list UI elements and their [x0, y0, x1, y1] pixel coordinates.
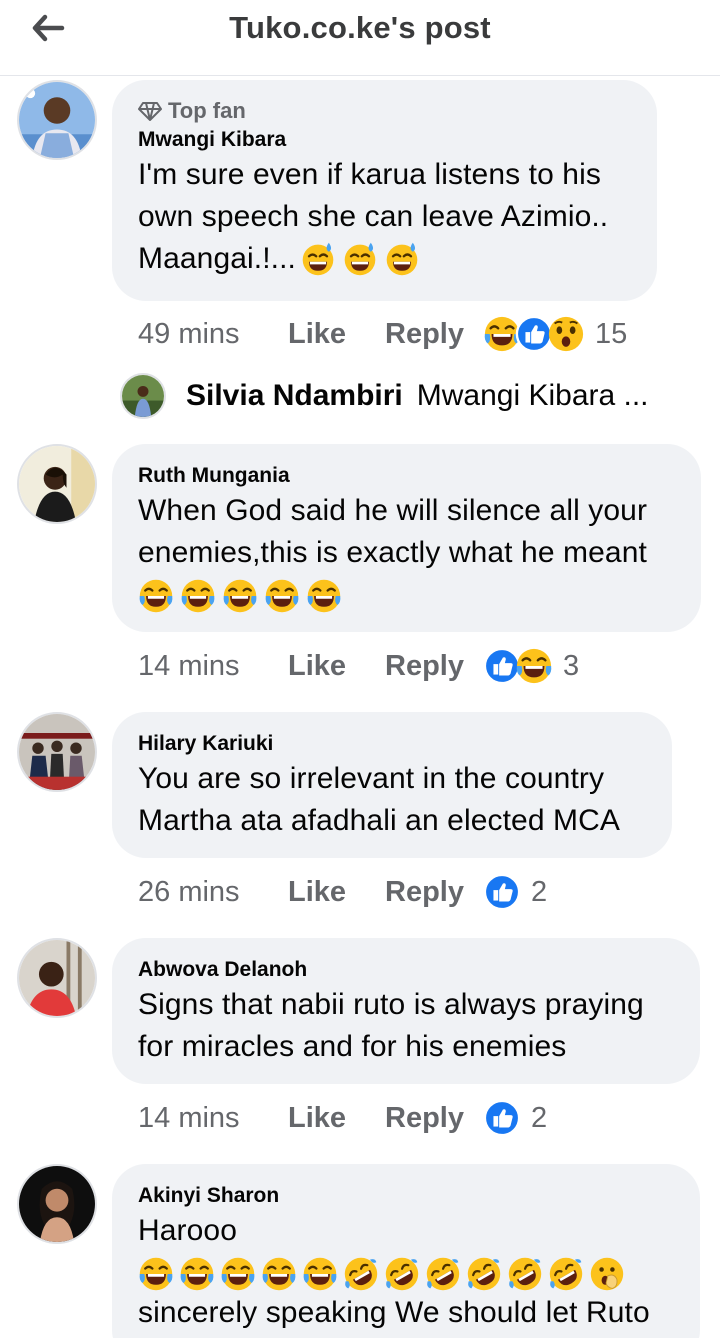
reply-preview[interactable]: Silvia Ndambiri Mwangi Kibara ... [120, 372, 649, 420]
laughing-tears-emoji-icon [306, 578, 342, 614]
reply-button[interactable]: Reply [385, 876, 483, 909]
comment-bubble: Hilary Kariuki You are so irrelevant in … [112, 712, 672, 858]
comment-text: When God said he will silence all your e… [138, 494, 648, 569]
top-bar: Tuko.co.ke's post [0, 0, 720, 76]
comment-text: Signs that nabii ruto is always praying … [138, 988, 644, 1063]
top-fan-badge: Top fan [138, 96, 631, 126]
comment-actions: 26 mins Like Reply 2 [138, 872, 547, 912]
reply-snippet: Mwangi Kibara ... [416, 379, 649, 412]
reply-author[interactable]: Silvia Ndambiri [186, 379, 403, 413]
comment-author[interactable]: Mwangi Kibara [138, 126, 631, 154]
reaction-count: 2 [531, 875, 548, 908]
emoji-row [138, 578, 675, 614]
like-button[interactable]: Like [288, 318, 385, 351]
comment-author[interactable]: Akinyi Sharon [138, 1182, 674, 1210]
laugh-reaction-icon [515, 647, 553, 685]
laughing-tears-emoji-icon [220, 1256, 256, 1292]
like-reaction-icon [483, 873, 521, 911]
laughing-tears-emoji-icon [261, 1256, 297, 1292]
reaction-summary[interactable] [483, 315, 585, 353]
emoji-row [138, 1256, 674, 1292]
sweat-smile-emoji-icon [300, 241, 336, 277]
reaction-count: 2 [531, 1101, 548, 1134]
rofl-emoji-icon [425, 1256, 461, 1292]
comment-actions: 49 mins Like Reply 15 [138, 314, 627, 354]
comment-text: sincerely speaking We should let Ruto [138, 1296, 650, 1329]
laughing-tears-emoji-icon [138, 578, 174, 614]
avatar[interactable] [17, 938, 97, 1018]
comment-text: Harooo [138, 1214, 237, 1247]
comment-bubble: Top fan Mwangi Kibara I'm sure even if k… [112, 80, 657, 301]
comment-bubble: Ruth Mungania When God said he will sile… [112, 444, 701, 632]
laughing-tears-emoji-icon [222, 578, 258, 614]
laughing-tears-emoji-icon [179, 1256, 215, 1292]
rofl-emoji-icon [548, 1256, 584, 1292]
comment-actions: 14 mins Like Reply 2 [138, 1098, 547, 1138]
avatar[interactable] [17, 444, 97, 524]
comment-bubble: Akinyi Sharon Harooo sincerely speaking … [112, 1164, 700, 1338]
comment-bubble: Abwova Delanoh Signs that nabii ruto is … [112, 938, 700, 1084]
reply-button[interactable]: Reply [385, 1102, 483, 1135]
like-button[interactable]: Like [288, 1102, 385, 1135]
laughing-tears-emoji-icon [302, 1256, 338, 1292]
sweat-smile-emoji-icon [384, 241, 420, 277]
hand-over-mouth-emoji-icon [589, 1256, 625, 1292]
page-title: Tuko.co.ke's post [229, 10, 491, 45]
laughing-tears-emoji-icon [180, 578, 216, 614]
reply-button[interactable]: Reply [385, 318, 483, 351]
reaction-summary[interactable] [483, 873, 521, 911]
like-reaction-icon [483, 1099, 521, 1137]
comment-text: I'm sure even if karua listens to his ow… [138, 158, 609, 277]
rofl-emoji-icon [384, 1256, 420, 1292]
wow-reaction-icon [547, 315, 585, 353]
like-button[interactable]: Like [288, 876, 385, 909]
diamond-icon [138, 102, 162, 121]
avatar[interactable] [17, 712, 97, 792]
reaction-summary[interactable] [483, 1099, 521, 1137]
comment-author[interactable]: Abwova Delanoh [138, 956, 674, 984]
comment-author[interactable]: Hilary Kariuki [138, 730, 646, 758]
comment-time: 49 mins [138, 317, 240, 350]
rofl-emoji-icon [507, 1256, 543, 1292]
reaction-summary[interactable] [483, 647, 553, 685]
reaction-count: 3 [563, 649, 580, 682]
comment-time: 14 mins [138, 1101, 240, 1134]
avatar[interactable] [17, 1164, 97, 1244]
comment-text: You are so irrelevant in the country Mar… [138, 762, 621, 837]
sweat-smile-emoji-icon [342, 241, 378, 277]
rofl-emoji-icon [343, 1256, 379, 1292]
comment-time: 26 mins [138, 875, 240, 908]
laughing-tears-emoji-icon [138, 1256, 174, 1292]
comment-time: 14 mins [138, 649, 240, 682]
comment-actions: 14 mins Like Reply 3 [138, 646, 579, 686]
avatar[interactable] [17, 80, 97, 160]
comment-author[interactable]: Ruth Mungania [138, 462, 675, 490]
reply-button[interactable]: Reply [385, 650, 483, 683]
reaction-count: 15 [595, 317, 628, 350]
avatar [120, 373, 166, 419]
like-button[interactable]: Like [288, 650, 385, 683]
rofl-emoji-icon [466, 1256, 502, 1292]
laughing-tears-emoji-icon [264, 578, 300, 614]
